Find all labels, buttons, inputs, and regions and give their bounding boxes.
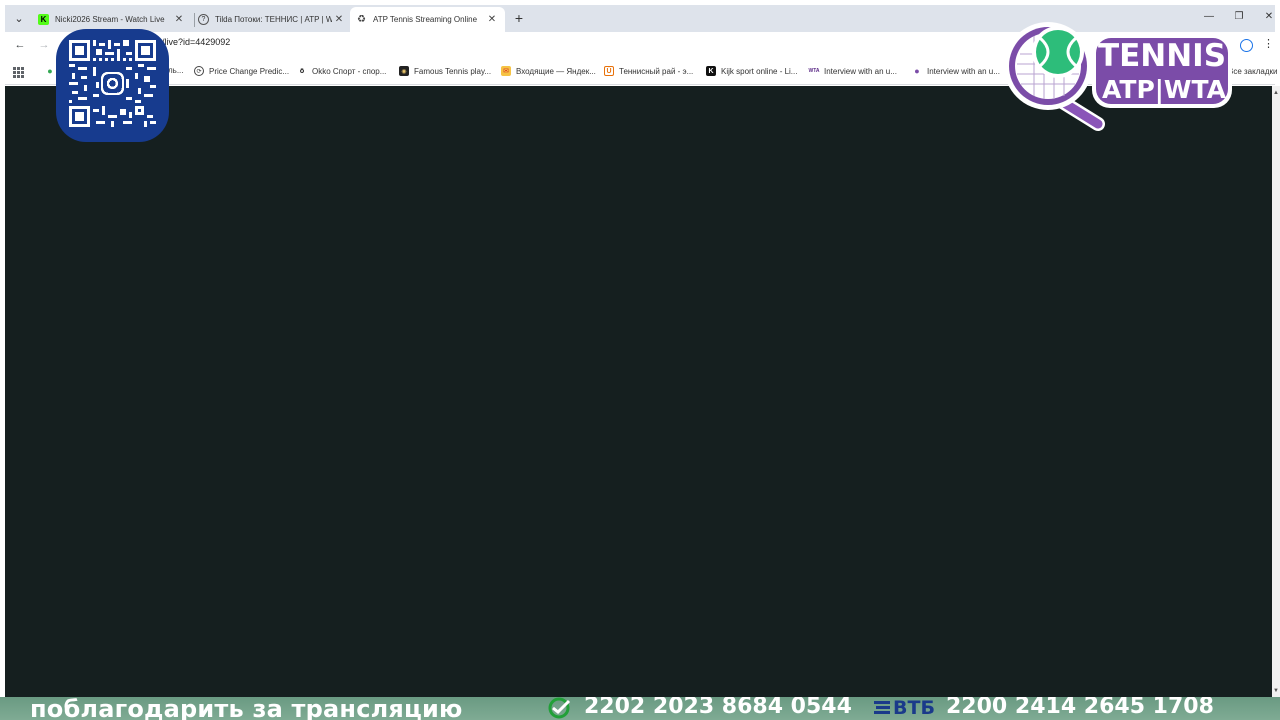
sberbank-icon <box>548 697 571 719</box>
question-circle-icon: ? <box>198 14 209 25</box>
new-tab-button[interactable]: + <box>511 11 527 27</box>
tab-tilda[interactable]: ? Tilda Потоки: ТЕННИС | ATP | WTA ✕ <box>192 7 352 32</box>
logo-title: TENNIS <box>1098 38 1226 74</box>
back-button[interactable]: ← <box>12 39 28 55</box>
close-icon[interactable]: ✕ <box>332 13 346 27</box>
screen: ⌄ K Nicki2026 Stream - Watch Live ✕ ? Ti… <box>0 0 1280 720</box>
tab-title: Tilda Потоки: ТЕННИС | ATP | WTA <box>215 15 332 24</box>
scroll-up-icon[interactable]: ▲ <box>1273 90 1279 96</box>
wta-icon: WTA <box>808 68 820 74</box>
logo-subtitle: ATP|WTA <box>1102 75 1227 104</box>
tennis-racket-icon: TENNIS ATP|WTA <box>1004 22 1232 131</box>
bookmark-label: Famous Tennis play... <box>414 66 492 76</box>
donation-banner: поблагодарить за трансляцию 2202 2023 86… <box>0 697 1280 720</box>
tab-title: ATP Tennis Streaming Online <box>373 15 478 24</box>
map-pin-icon: ● <box>47 66 53 76</box>
bookmark-item[interactable]: ◉ Famous Tennis play... <box>399 66 491 76</box>
tennis-paradise-icon: Ü <box>604 66 614 76</box>
video-content-area[interactable] <box>5 86 1272 698</box>
card-number-1: 2202 2023 8684 0544 <box>584 697 852 719</box>
close-window-button[interactable]: ✕ <box>1259 11 1279 27</box>
bookmark-item[interactable]: ✉ Входящие — Яндек... <box>501 66 596 76</box>
close-icon[interactable]: ✕ <box>485 13 499 27</box>
tab-title: Nicki2026 Stream - Watch Live <box>55 15 165 24</box>
bookmark-label: Interview with an u... <box>927 66 1000 76</box>
bookmark-item[interactable]: ● Interview with an u... <box>912 66 1000 76</box>
menu-icon[interactable]: ⋮ <box>1263 37 1274 50</box>
kick-icon: K <box>38 14 49 25</box>
vtb-logo-icon <box>874 701 890 714</box>
url-text: /live?id=4429092 <box>162 37 231 47</box>
bookmark-partial[interactable]: ль... <box>168 66 184 75</box>
banner-thanks-text: поблагодарить за трансляцию <box>30 697 463 720</box>
qr-code <box>69 40 156 127</box>
scrollbar[interactable] <box>1272 86 1280 698</box>
tennis-player-icon: ◉ <box>399 66 409 76</box>
card-number-2: 2200 2414 2645 1708 <box>946 697 1214 719</box>
bookmark-item[interactable]: K Kijk sport online - Li... <box>706 66 797 76</box>
bookmark-label: Входящие — Яндек... <box>516 66 596 76</box>
scroll-down-icon[interactable]: ▼ <box>1273 688 1279 694</box>
tab-atp-streaming[interactable]: ♻ ATP Tennis Streaming Online ✕ <box>350 7 505 32</box>
bookmark-label: ль... <box>168 66 184 75</box>
bookmark-label: Price Change Predic... <box>209 66 290 76</box>
profile-icon[interactable] <box>1240 39 1253 52</box>
qr-code-overlay <box>56 29 169 142</box>
bookmark-label: Kijk sport online - Li... <box>721 66 798 76</box>
okko-icon: ö <box>299 67 305 75</box>
bookmark-label: Теннисный рай - э... <box>619 66 694 76</box>
price-icon: ⟳ <box>194 66 204 76</box>
tab-search-icon[interactable]: ⌄ <box>10 9 28 27</box>
interview-icon: ● <box>914 66 920 76</box>
close-icon[interactable]: ✕ <box>172 13 186 27</box>
bookmark-item[interactable]: ⟳ Price Change Predic... <box>194 66 289 76</box>
kijk-icon: K <box>706 66 716 76</box>
forward-button[interactable]: → <box>36 39 52 55</box>
yandex-mail-icon: ✉ <box>501 66 511 76</box>
bookmark-item[interactable]: Ü Теннисный рай - э... <box>604 66 693 76</box>
recycle-icon: ♻ <box>357 14 366 25</box>
tennis-atp-wta-logo: TENNIS ATP|WTA <box>1000 16 1240 134</box>
bookmark-item[interactable]: WTA Interview with an u... <box>809 66 897 76</box>
bookmark-label: Interview with an u... <box>824 66 897 76</box>
vtb-label: ВТБ <box>893 697 935 719</box>
bookmark-item[interactable]: ö Okko Спорт - спор... <box>297 66 387 76</box>
bookmark-label: Okko Спорт - спор... <box>312 66 387 76</box>
apps-grid-icon[interactable] <box>13 67 24 78</box>
